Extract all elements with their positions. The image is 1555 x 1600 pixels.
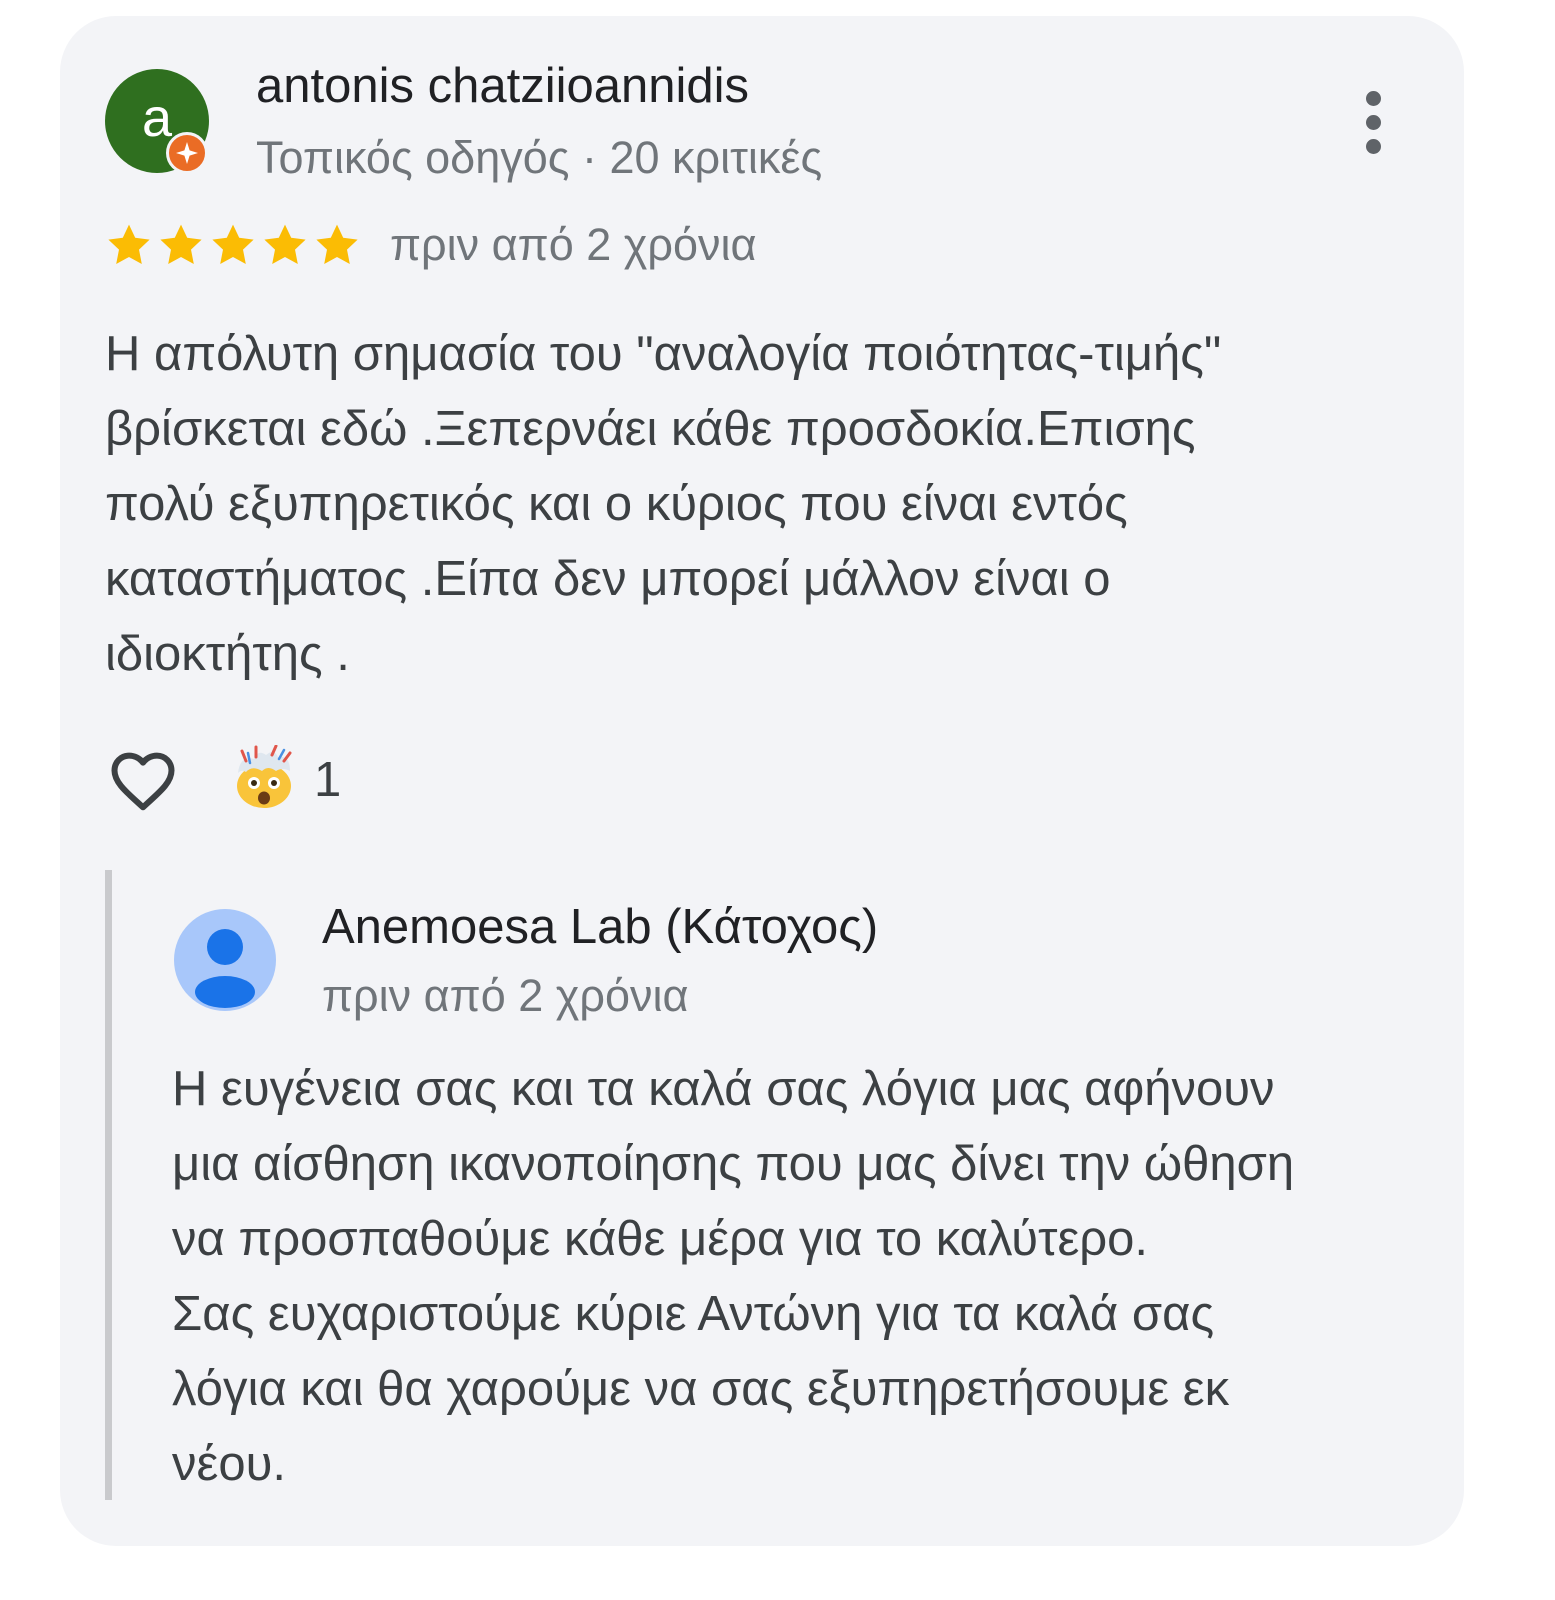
star-icon (212, 224, 254, 264)
person-avatar-icon (174, 909, 276, 1011)
star-rating (105, 221, 365, 269)
star-icon (160, 224, 202, 264)
review-date: πριν από 2 χρόνια (390, 219, 757, 270)
local-guide-badge-icon (166, 132, 208, 174)
reply-divider (105, 870, 112, 1500)
star-icon (264, 224, 306, 264)
star-icon (108, 224, 150, 264)
reply-date: πριν από 2 χρόνια (322, 970, 689, 1021)
reviewer-meta[interactable]: Τοπικός οδηγός · 20 κριτικές (256, 132, 822, 184)
reply-text: Η ευγένεια σας και τα καλά σας λόγια μας… (172, 1062, 1295, 1491)
heart-outline-icon[interactable] (103, 743, 183, 819)
star-icon (316, 224, 358, 264)
reaction-count[interactable]: 1 (314, 752, 341, 808)
more-vertical-icon[interactable] (1350, 85, 1398, 161)
reviewer-name[interactable]: antonis chatziioannidis (256, 58, 749, 114)
mind-blown-emoji[interactable] (232, 744, 296, 809)
owner-name: Anemoesa Lab (Κάτοχος) (322, 900, 879, 954)
avatar-letter: a (141, 88, 173, 148)
review-text: Η απόλυτη σημασία του "αναλογία ποιότητα… (105, 327, 1222, 681)
